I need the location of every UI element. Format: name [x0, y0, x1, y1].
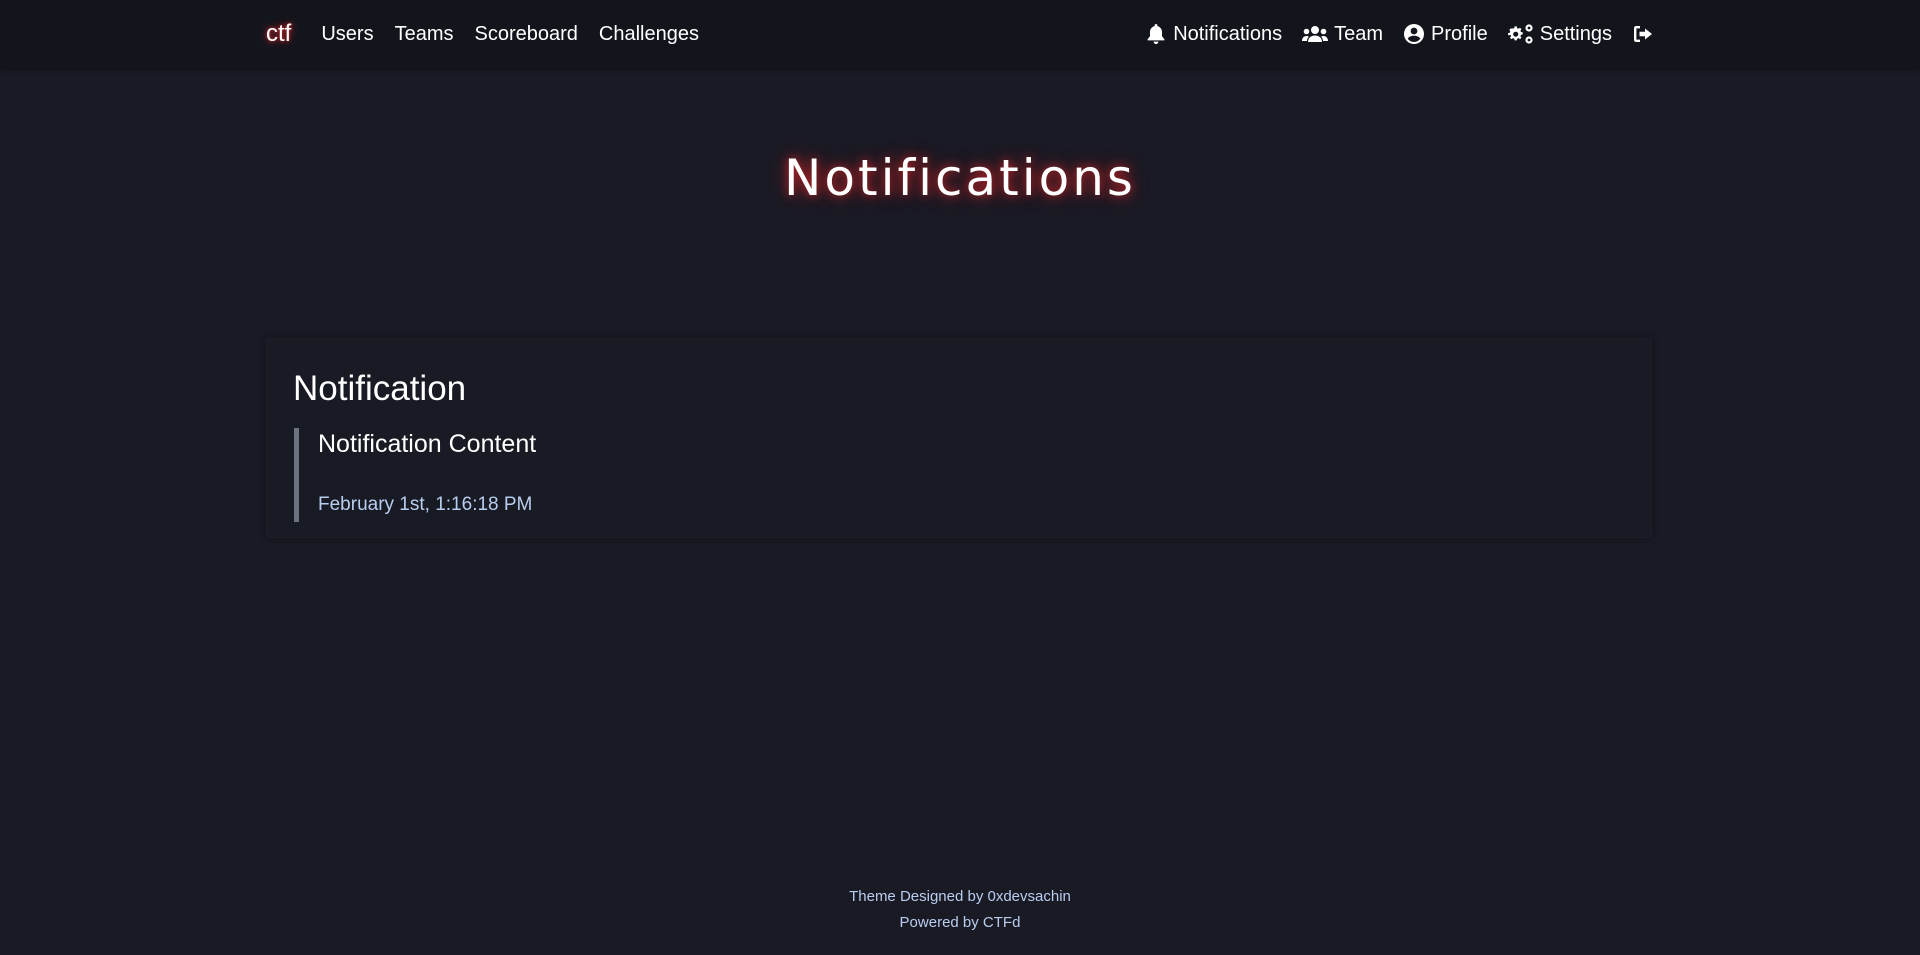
- bell-icon: [1145, 23, 1167, 45]
- notification-card: Notification Notification Content Februa…: [266, 338, 1652, 538]
- nav-team-label: Team: [1334, 22, 1384, 45]
- nav-right-group: Notifications Team Profile Settings: [1125, 23, 1660, 46]
- nav-users-link[interactable]: Users: [321, 23, 373, 46]
- top-navbar: ctf Users Teams Scoreboard Challenges No…: [0, 0, 1920, 68]
- nav-settings-link[interactable]: Settings: [1507, 22, 1612, 46]
- nav-profile-link[interactable]: Profile: [1403, 23, 1488, 46]
- page-header: Notifications: [0, 68, 1920, 288]
- sign-out-icon: [1632, 23, 1654, 45]
- gears-icon: [1507, 23, 1534, 45]
- nav-profile-label: Profile: [1431, 22, 1488, 45]
- footer: Theme Designed by 0xdevsachin Powered by…: [0, 884, 1920, 936]
- nav-logout-link[interactable]: [1632, 23, 1660, 45]
- theme-credit-link[interactable]: Theme Designed by 0xdevsachin: [0, 884, 1920, 910]
- navbar-container: ctf Users Teams Scoreboard Challenges No…: [260, 0, 1660, 68]
- notification-title: Notification: [293, 369, 467, 408]
- users-icon: [1302, 23, 1329, 45]
- notification-content: Notification Content: [318, 430, 537, 458]
- user-circle-icon: [1403, 23, 1425, 45]
- nav-notifications-label: Notifications: [1173, 22, 1283, 45]
- powered-by-link[interactable]: Powered by CTFd: [0, 910, 1920, 936]
- notification-date: February 1st, 1:16:18 PM: [318, 494, 533, 515]
- brand-link[interactable]: ctf: [266, 20, 291, 48]
- nav-challenges-link[interactable]: Challenges: [599, 23, 699, 46]
- nav-team-link[interactable]: Team: [1302, 23, 1383, 46]
- nav-scoreboard-link[interactable]: Scoreboard: [474, 23, 577, 46]
- page-title: Notifications: [784, 149, 1136, 207]
- nav-notifications-link[interactable]: Notifications: [1145, 23, 1282, 46]
- nav-left-group: ctf Users Teams Scoreboard Challenges: [260, 20, 720, 48]
- nav-settings-label: Settings: [1539, 22, 1612, 45]
- nav-teams-link[interactable]: Teams: [395, 23, 454, 46]
- notification-blockquote: Notification Content February 1st, 1:16:…: [294, 428, 994, 522]
